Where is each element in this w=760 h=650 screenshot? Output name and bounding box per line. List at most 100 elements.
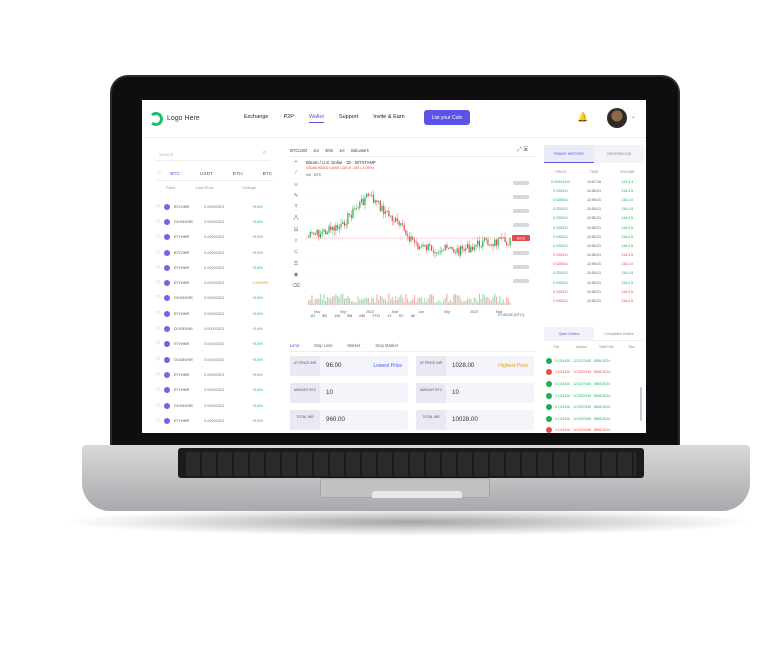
timeframe-button[interactable]: 5Y (399, 313, 404, 318)
favorite-heart-icon[interactable]: ♡ (156, 387, 164, 393)
timeframe-button[interactable]: 1M (334, 313, 340, 318)
field-value[interactable]: 10 (452, 389, 459, 396)
timeframe-button[interactable]: YTD (372, 313, 380, 318)
brush-icon[interactable]: ✎ (290, 193, 302, 204)
tab-btc-2[interactable]: BTC (263, 172, 273, 177)
candlestick-chart[interactable]: 8015Nov Sep 2023 Mar Jun Sep 2023 Mar (306, 177, 534, 315)
order-input-field[interactable]: TOTAL INR 10028.00 (416, 410, 534, 430)
favorite-heart-icon[interactable]: ♡ (156, 265, 164, 271)
favorite-heart-icon[interactable]: ♡ (156, 326, 164, 332)
text-icon[interactable]: T (290, 204, 302, 215)
favorite-heart-icon[interactable]: ♡ (156, 250, 164, 256)
pair-row[interactable]: ♡ DOGE/INR 0.00000323 +3.6% (156, 398, 274, 413)
menu-wallet[interactable]: Wallet (308, 114, 324, 123)
interval-1h[interactable]: 1H (339, 148, 344, 153)
favorite-heart-icon[interactable]: ♡ (156, 372, 164, 378)
timeframe-button[interactable]: 6M (359, 313, 365, 318)
pair-row[interactable]: ♡ DOGE/INR 0.00000323 +3.6% (156, 291, 274, 306)
tab-usdt[interactable]: USDT (200, 172, 213, 177)
tab-limit[interactable]: Limit (290, 343, 299, 348)
trendline-icon[interactable]: ⁄ (290, 170, 302, 181)
pair-row[interactable]: ♡ DOGE/INR 0.00000323 +3.6% (156, 214, 274, 229)
price-hint[interactable]: Highest Price (498, 363, 528, 369)
favorites-heart-icon[interactable]: ♡ (157, 172, 161, 177)
favorite-heart-icon[interactable]: ♡ (156, 311, 164, 317)
pair-row[interactable]: ♡ETH/INR0.00000323+3.6% (156, 383, 274, 398)
pair-row[interactable]: ♡ BTC/INR 0.00000323 +3.6% (156, 199, 274, 214)
open-order-row[interactable]: 0.13.4400 12,0237445 8854.5224 (544, 378, 644, 390)
pair-row[interactable]: ♡ETH/INR0.00000323+3.6% (156, 260, 274, 275)
tab-trade-history[interactable]: TRADE HISTORY (544, 145, 594, 163)
pair-row[interactable]: ♡ETH/INR0.00000323+3.6% (156, 337, 274, 352)
menu-invite-earn[interactable]: Invite & Earn (373, 114, 405, 123)
zoom-icon[interactable]: ⌕ (290, 238, 302, 249)
order-input-field[interactable]: AT PRICE INR 96.00 Lowest Price (290, 356, 408, 376)
fib-icon[interactable]: ≡ (290, 182, 302, 193)
order-input-field[interactable]: AMOUNT BTC 10 (290, 383, 408, 403)
favorite-heart-icon[interactable]: ♡ (156, 403, 164, 409)
timeframe-button[interactable]: 5D (322, 313, 327, 318)
menu-p2p[interactable]: P2P (283, 114, 293, 123)
timeframe-button[interactable]: All (411, 313, 415, 318)
magnet-icon[interactable]: ⊂ (290, 249, 302, 260)
bell-icon[interactable]: 🔔 (577, 112, 588, 123)
pair-row[interactable]: ♡ETH/INR0.00000323+3.6% (156, 367, 274, 382)
eye-icon[interactable]: ◉ (290, 272, 302, 283)
pair-row[interactable]: ♡ETH/INR0.00000323+3.6% (156, 306, 274, 321)
tab-orderbook[interactable]: ORDERBOOK (594, 145, 644, 163)
trash-icon[interactable]: ⌫ (290, 283, 302, 294)
menu-support[interactable]: Support (339, 114, 358, 123)
open-order-row[interactable]: 0.13.4400 12,0237445 8854.5224 (544, 401, 644, 413)
col-last-price[interactable]: Last Price (194, 185, 242, 190)
favorite-heart-icon[interactable]: ♡ (156, 234, 164, 240)
open-order-row[interactable]: 0.13.4400 12,0237445 8854.5224 (544, 367, 644, 379)
tab-market[interactable]: Market (347, 343, 360, 348)
favorite-heart-icon[interactable]: ♡ (156, 295, 164, 301)
favorite-heart-icon[interactable]: ♡ (156, 204, 164, 210)
price-hint[interactable]: Lowest Price (373, 363, 402, 369)
pair-row[interactable]: ♡ ETH/INR 0.00000323 -0.0000% (156, 275, 274, 290)
menu-exchange[interactable]: Exchange (244, 114, 268, 123)
indicators-button[interactable]: Indicators (351, 148, 369, 153)
brand-logo[interactable]: Logo Here (149, 111, 200, 126)
pattern-icon[interactable]: ⋀ (290, 215, 302, 226)
lock-icon[interactable]: ⚿ (290, 261, 302, 272)
pair-row[interactable]: ♡ETH/INR0.00000323+3.6% (156, 413, 274, 428)
favorite-heart-icon[interactable]: ♡ (156, 418, 164, 424)
favorite-heart-icon[interactable]: ♡ (156, 341, 164, 347)
field-value[interactable]: 10 (326, 389, 333, 396)
chart-symbol[interactable]: BTCUSD (290, 148, 307, 153)
interval-1m[interactable]: 1m (313, 148, 319, 153)
pair-row[interactable]: ♡ DOGE/INR 0.00000323 +3.6% (156, 352, 274, 367)
tab-completed-orders[interactable]: Completed Orders (594, 327, 644, 340)
tab-open-orders[interactable]: Open Orders (544, 327, 594, 340)
pair-row[interactable]: ♡ BTC/INR 0.00000323 +3.6% (156, 245, 274, 260)
field-value[interactable]: 96.00 (326, 362, 341, 369)
crosshair-icon[interactable]: + (290, 159, 302, 170)
pair-row[interactable]: ♡ETH/INR0.00000323+3.6% (156, 230, 274, 245)
market-search[interactable]: Search ⌕ (156, 147, 270, 161)
search-icon[interactable]: ⌕ (263, 150, 266, 157)
col-change[interactable]: Change (242, 185, 256, 190)
field-value[interactable]: 10028.00 (452, 416, 478, 423)
favorite-heart-icon[interactable]: ♡ (156, 357, 164, 363)
pair-row[interactable]: ♡ DOGE/INR 0.00000323 +3.6% (156, 321, 274, 336)
open-order-row[interactable]: 0.13.4400 12,0237445 8854.5224 (544, 390, 644, 402)
orders-scrollbar[interactable] (640, 387, 642, 421)
open-order-row[interactable]: 0.13.4400 12,0237445 8854.5224 (544, 355, 644, 367)
list-coin-button[interactable]: List your Coin (424, 110, 470, 125)
tab-stop-market[interactable]: Stop Market (375, 343, 398, 348)
interval-30m[interactable]: 30m (325, 148, 333, 153)
order-input-field[interactable]: TOTAL INR 960.00 (290, 410, 408, 430)
tab-stop-limit[interactable]: Stop Limit (314, 343, 333, 348)
pair-row[interactable]: ♡ETH/INR0.00000323+3.6% (156, 428, 274, 433)
fullscreen-icon[interactable]: ⤢ ▣ (517, 147, 528, 154)
tab-btc[interactable]: BTC (170, 172, 180, 177)
col-pairs[interactable]: Pairs (156, 185, 194, 190)
timeframe-button[interactable]: 1Y (387, 313, 392, 318)
measure-icon[interactable]: ⊟ (290, 227, 302, 238)
open-order-row[interactable]: 0.13.4400 12,0237445 8854.5224 (544, 413, 644, 425)
search-input[interactable]: Search (159, 152, 173, 157)
order-input-field[interactable]: AT PRICE INR 1028.00 Highest Price (416, 356, 534, 376)
favorite-heart-icon[interactable]: ♡ (156, 219, 164, 225)
